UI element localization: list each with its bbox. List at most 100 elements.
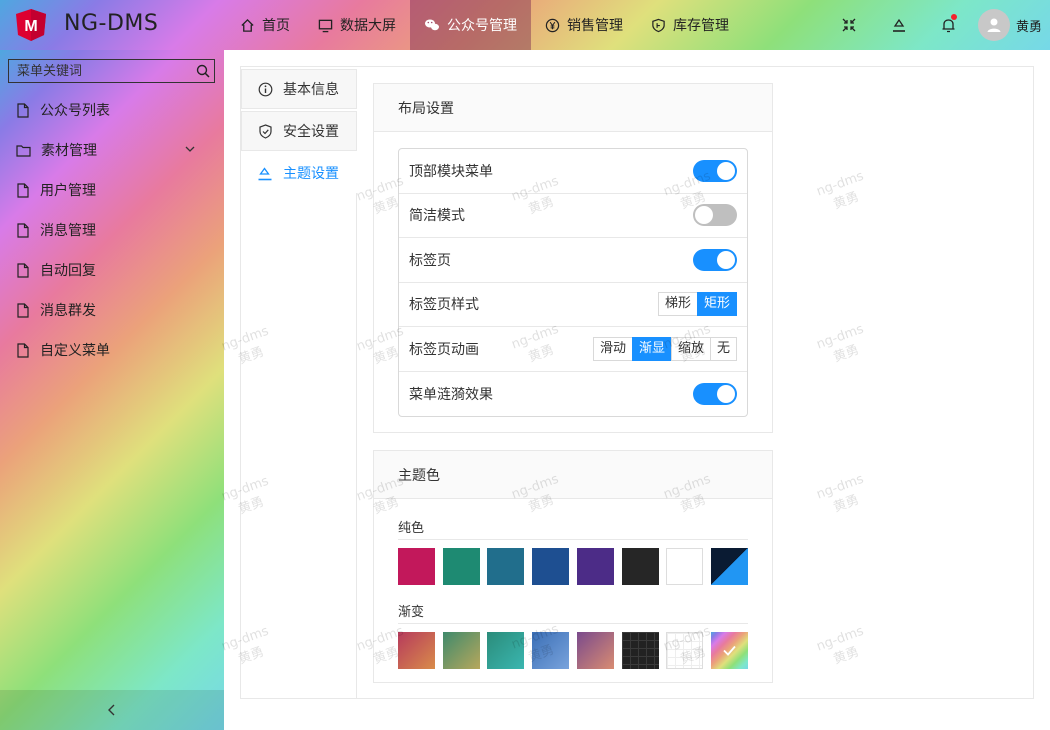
- paint-bucket-icon: [892, 18, 905, 32]
- setting-label: 简洁模式: [409, 208, 465, 225]
- settings-panel: 基本信息 安全设置 主题设置 布局设置 顶部模块菜单 简洁模式 标签页 标签页样…: [240, 66, 1034, 699]
- tab-style-option-rectangle[interactable]: 矩形: [696, 292, 737, 317]
- topnav-label: 销售管理: [567, 18, 623, 34]
- topnav-dashboard[interactable]: 数据大屏: [304, 0, 410, 50]
- top-nav: 首页 数据大屏 公众号管理 销售管理 库存管理: [226, 0, 743, 50]
- sidebar-item-label: 消息管理: [40, 223, 96, 239]
- sidebar-item-label: 自动回复: [40, 263, 96, 279]
- swatch-gradient-sunset[interactable]: [398, 632, 435, 669]
- simple-mode-switch[interactable]: [693, 204, 737, 227]
- swatch-solid-purple[interactable]: [576, 548, 614, 585]
- sidebar: 公众号列表 素材管理 用户管理 消息管理 自动回复 消息群发 自定义菜单: [0, 50, 224, 730]
- swatch-solid-teal[interactable]: [442, 548, 480, 585]
- collapse-sidebar-button[interactable]: [0, 690, 224, 730]
- swatch-gradient-light-grid[interactable]: [666, 632, 704, 669]
- tabs-switch[interactable]: [693, 248, 737, 271]
- notification-dot: [950, 14, 957, 20]
- menu-search: [8, 59, 215, 83]
- search-icon[interactable]: [192, 64, 214, 78]
- notification-button[interactable]: [924, 0, 974, 50]
- folder-icon: [16, 144, 31, 157]
- sidebar-item-users[interactable]: 用户管理: [0, 170, 224, 210]
- topnav-label: 公众号管理: [447, 18, 517, 34]
- ripple-switch[interactable]: [693, 382, 737, 405]
- swatch-gradient-blue[interactable]: [532, 632, 570, 669]
- tab-label: 主题设置: [283, 166, 339, 182]
- swatch-gradient-olive[interactable]: [442, 632, 480, 669]
- solid-color-label: 纯色: [398, 517, 748, 540]
- fullscreen-button[interactable]: [824, 0, 874, 50]
- swatch-solid-blue[interactable]: [532, 548, 570, 585]
- fullscreen-exit-icon: [842, 18, 856, 32]
- svg-text:M: M: [24, 18, 37, 35]
- home-icon: [241, 18, 254, 32]
- gradient-color-label: 渐变: [398, 601, 748, 624]
- setting-tab-style: 标签页样式 梯形 矩形: [399, 283, 747, 327]
- theme-button[interactable]: [874, 0, 924, 50]
- setting-label: 顶部模块菜单: [409, 163, 493, 180]
- topnav-sales[interactable]: 销售管理: [531, 0, 637, 50]
- tab-animation-option-zoom[interactable]: 缩放: [670, 336, 711, 361]
- swatch-solid-crimson[interactable]: [398, 548, 435, 585]
- top-module-menu-switch[interactable]: [693, 159, 737, 182]
- chevron-left-icon: [108, 704, 115, 716]
- chevron-down-icon: [185, 146, 195, 152]
- swatch-gradient-plum[interactable]: [576, 632, 614, 669]
- file-icon: [17, 102, 29, 118]
- file-icon: [17, 222, 29, 238]
- top-header: M NG-DMS 首页 数据大屏 公众号管理 销售管理 库存管理 黄勇: [0, 0, 1050, 50]
- sidebar-item-broadcast[interactable]: 消息群发: [0, 290, 224, 330]
- swatch-gradient-teal[interactable]: [487, 632, 525, 669]
- topnav-label: 数据大屏: [340, 18, 396, 34]
- tab-animation-option-slide[interactable]: 滑动: [592, 336, 633, 361]
- topnav-inventory[interactable]: 库存管理: [637, 0, 743, 50]
- swatch-solid-petrol[interactable]: [487, 548, 525, 585]
- tab-animation-option-none[interactable]: 无: [709, 336, 737, 361]
- topnav-label: 首页: [262, 18, 290, 34]
- setting-tab-animation: 标签页动画 滑动 渐显 缩放 无: [399, 327, 747, 372]
- gradient-color-swatches: [398, 632, 748, 669]
- tab-animation-option-fade[interactable]: 渐显: [631, 336, 672, 361]
- settings-tabs: 基本信息 安全设置 主题设置: [241, 69, 357, 195]
- tab-label: 安全设置: [283, 124, 339, 140]
- sidebar-item-custom-menu[interactable]: 自定义菜单: [0, 330, 224, 370]
- setting-ripple: 菜单涟漪效果: [399, 372, 747, 417]
- topnav-official-account[interactable]: 公众号管理: [410, 0, 531, 50]
- sidebar-item-messages[interactable]: 消息管理: [0, 210, 224, 250]
- setting-label: 标签页样式: [409, 297, 479, 314]
- card-title: 主题色: [374, 451, 772, 499]
- sidebar-item-auto-reply[interactable]: 自动回复: [0, 250, 224, 290]
- setting-simple-mode: 简洁模式: [399, 194, 747, 238]
- swatch-gradient-rainbow[interactable]: [710, 632, 748, 669]
- sidebar-item-label: 素材管理: [41, 143, 97, 159]
- info-icon: [258, 82, 273, 96]
- setting-label: 菜单涟漪效果: [409, 386, 493, 403]
- user-name: 黄勇: [1015, 19, 1042, 35]
- user-menu[interactable]: 黄勇: [977, 9, 1042, 41]
- theme-color-card: 主题色 纯色 渐变: [373, 450, 773, 683]
- tab-security[interactable]: 安全设置: [241, 111, 357, 151]
- tab-basic-info[interactable]: 基本信息: [241, 69, 357, 109]
- yen-icon: [545, 18, 560, 32]
- tab-theme[interactable]: 主题设置: [241, 153, 357, 193]
- sidebar-item-materials[interactable]: 素材管理: [0, 130, 224, 170]
- swatch-gradient-dark-grid[interactable]: [621, 632, 659, 669]
- card-title: 布局设置: [374, 84, 772, 132]
- avatar: [977, 9, 1010, 41]
- tab-style-option-trapezoid[interactable]: 梯形: [657, 292, 698, 317]
- shield-icon: [652, 18, 665, 32]
- checkmark-icon: [723, 645, 736, 656]
- topnav-home[interactable]: 首页: [226, 0, 304, 50]
- setting-label: 标签页动画: [409, 341, 479, 358]
- swatch-solid-dark[interactable]: [621, 548, 659, 585]
- user-icon: [987, 18, 1001, 32]
- file-icon: [17, 182, 29, 198]
- menu-search-input[interactable]: [9, 63, 192, 79]
- app-logo: M: [16, 9, 46, 41]
- sidebar-item-label: 公众号列表: [40, 103, 110, 119]
- swatch-solid-white[interactable]: [666, 548, 704, 585]
- swatch-solid-navy-blue[interactable]: [710, 548, 748, 585]
- sidebar-item-label: 自定义菜单: [40, 343, 110, 359]
- sidebar-item-account-list[interactable]: 公众号列表: [0, 90, 224, 130]
- file-icon: [17, 262, 29, 278]
